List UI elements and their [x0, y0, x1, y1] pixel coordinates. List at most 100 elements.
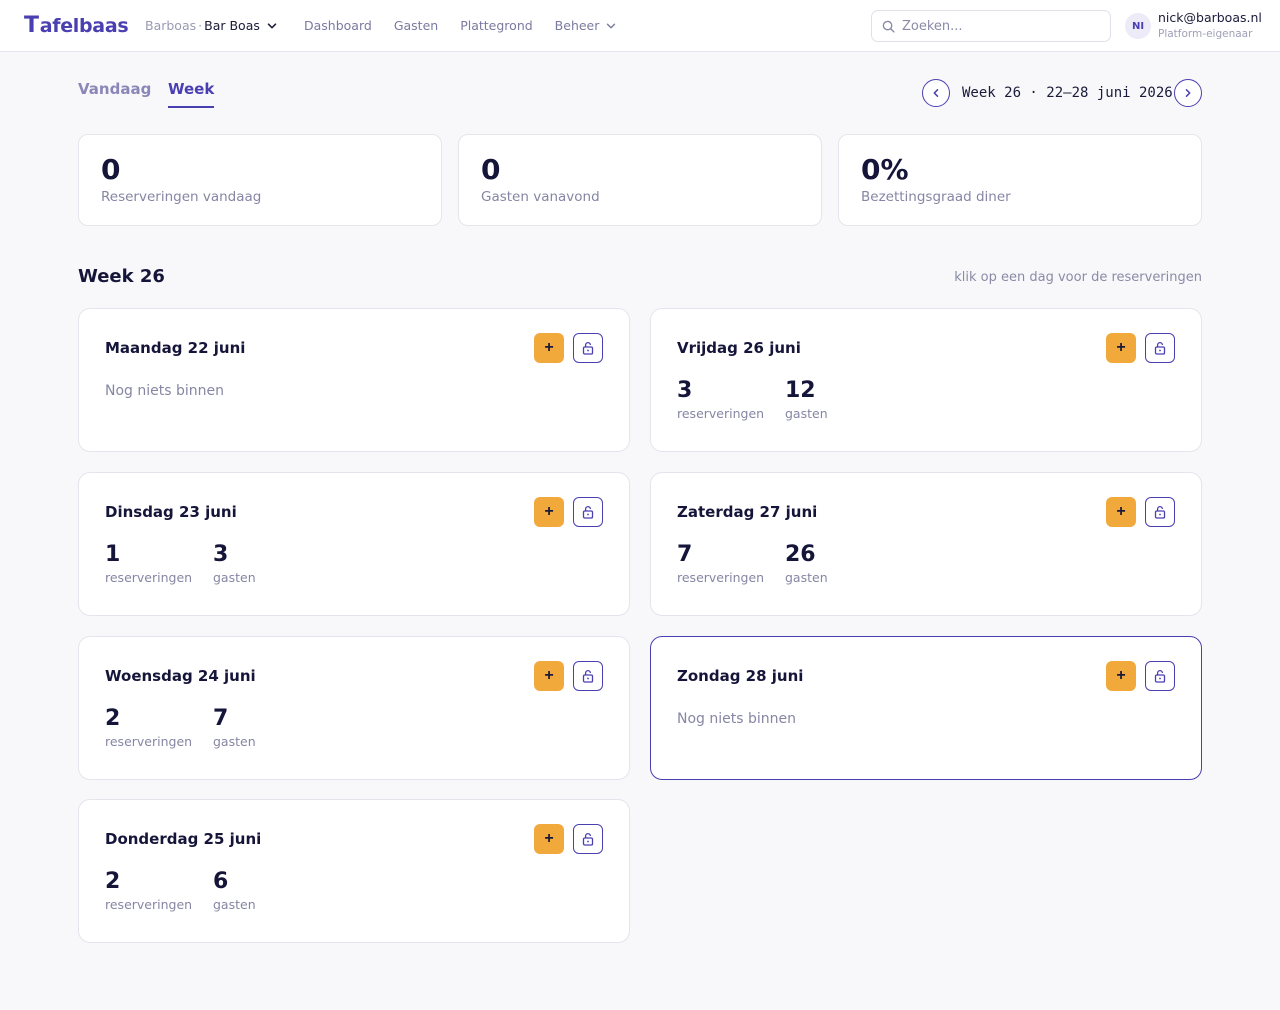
day-title: Vrijdag 26 juni	[677, 339, 801, 357]
reservations-metric: 7 reserveringen	[677, 541, 764, 585]
user-email[interactable]: nick@barboas.nl	[1158, 10, 1262, 25]
empty-state: Nog niets binnen	[105, 383, 224, 399]
plus-icon: +	[544, 830, 554, 847]
org-switcher[interactable]: Barboas · Bar Boas	[145, 18, 277, 33]
nav-gasten[interactable]: Gasten	[394, 18, 438, 33]
reservations-label: reserveringen	[677, 406, 765, 421]
guests-count: 3	[213, 542, 229, 567]
guests-label: gasten	[785, 406, 828, 421]
search-icon	[882, 20, 895, 33]
reservations-metric: 1 reserveringen	[105, 541, 192, 585]
reservations-count: 1	[105, 542, 121, 567]
lock-day-button[interactable]	[573, 497, 603, 527]
top-bar: Tafelbaas Barboas · Bar Boas Dashboard G…	[0, 0, 1280, 52]
reservations-count: 3	[677, 378, 693, 403]
guests-count: 6	[213, 869, 229, 894]
guests-metric: 6 gasten	[213, 868, 256, 912]
org-name: Bar Boas	[204, 18, 260, 33]
day-title: Donderdag 25 juni	[105, 830, 262, 848]
nav-beheer[interactable]: Beheer	[555, 18, 617, 33]
day-title: Maandag 22 juni	[105, 339, 246, 357]
search-box[interactable]	[871, 10, 1111, 42]
day-card-dinsdag[interactable]: Dinsdag 23 juni + 1 reserveringen 3 gast…	[78, 472, 630, 616]
nav-plattegrond[interactable]: Plattegrond	[460, 18, 532, 33]
lock-day-button[interactable]	[1145, 333, 1175, 363]
org-parent: Barboas	[145, 18, 197, 33]
reservations-count: 2	[105, 869, 121, 894]
stat-card-guests-tonight: 0 Gasten vanavond	[458, 134, 822, 226]
day-card-maandag[interactable]: Maandag 22 juni + Nog niets binnen	[78, 308, 630, 452]
plus-icon: +	[1116, 667, 1126, 684]
reservations-metric: 2 reserveringen	[105, 868, 192, 912]
stat-value: 0%	[861, 153, 909, 186]
search-input[interactable]	[902, 18, 1092, 34]
lock-day-button[interactable]	[573, 333, 603, 363]
logo[interactable]: Tafelbaas	[24, 13, 129, 38]
day-title: Zaterdag 27 juni	[677, 503, 818, 521]
unlock-icon	[582, 832, 594, 846]
plus-icon: +	[544, 667, 554, 684]
add-reservation-button[interactable]: +	[534, 661, 564, 691]
add-reservation-button[interactable]: +	[1106, 497, 1136, 527]
guests-count: 12	[785, 378, 816, 403]
nav-dashboard[interactable]: Dashboard	[304, 18, 372, 33]
reservations-label: reserveringen	[677, 570, 765, 585]
unlock-icon	[582, 341, 594, 355]
tab-vandaag[interactable]: Vandaag	[78, 80, 151, 106]
unlock-icon	[582, 505, 594, 519]
guests-count: 26	[785, 542, 816, 567]
stat-card-reservations-today: 0 Reserveringen vandaag	[78, 134, 442, 226]
add-reservation-button[interactable]: +	[1106, 333, 1136, 363]
add-reservation-button[interactable]: +	[534, 824, 564, 854]
lock-day-button[interactable]	[1145, 661, 1175, 691]
add-reservation-button[interactable]: +	[534, 497, 564, 527]
plus-icon: +	[1116, 339, 1126, 356]
empty-state: Nog niets binnen	[677, 711, 796, 727]
chevron-down-icon	[267, 22, 277, 28]
day-card-zondag[interactable]: Zondag 28 juni + Nog niets binnen	[650, 636, 1202, 780]
day-card-vrijdag[interactable]: Vrijdag 26 juni + 3 reserveringen 12 gas…	[650, 308, 1202, 452]
section-title: Week 26	[78, 266, 165, 287]
unlock-icon	[1154, 669, 1166, 683]
reservations-label: reserveringen	[105, 570, 193, 585]
next-week-button[interactable]	[1174, 79, 1202, 107]
unlock-icon	[1154, 505, 1166, 519]
add-reservation-button[interactable]: +	[1106, 661, 1136, 691]
previous-week-button[interactable]	[922, 79, 950, 107]
logo-mark: T	[24, 13, 39, 38]
day-card-donderdag[interactable]: Donderdag 25 juni + 2 reserveringen 6 ga…	[78, 799, 630, 943]
guests-label: gasten	[785, 570, 828, 585]
org-separator: ·	[198, 18, 203, 33]
plus-icon: +	[544, 339, 554, 356]
lock-day-button[interactable]	[573, 661, 603, 691]
day-title: Dinsdag 23 juni	[105, 503, 237, 521]
reservations-label: reserveringen	[105, 734, 193, 749]
avatar[interactable]: NI	[1125, 13, 1151, 39]
guests-metric: 26 gasten	[785, 541, 828, 585]
day-card-zaterdag[interactable]: Zaterdag 27 juni + 7 reserveringen 26 ga…	[650, 472, 1202, 616]
reservations-label: reserveringen	[105, 897, 193, 912]
reservations-count: 7	[677, 542, 693, 567]
lock-day-button[interactable]	[1145, 497, 1175, 527]
main-nav: Dashboard Gasten Plattegrond Beheer	[304, 18, 638, 33]
tab-week[interactable]: Week	[168, 80, 215, 108]
chevron-right-icon	[1185, 89, 1191, 97]
guests-label: gasten	[213, 897, 256, 912]
week-range-label: Week 26 · 22–28 juni 2026	[962, 85, 1173, 101]
logo-text: afelbaas	[39, 14, 129, 37]
plus-icon: +	[1116, 503, 1126, 520]
guests-count: 7	[213, 706, 229, 731]
guests-label: gasten	[213, 570, 256, 585]
chevron-down-icon	[607, 23, 616, 28]
guests-metric: 3 gasten	[213, 541, 256, 585]
guests-metric: 7 gasten	[213, 705, 256, 749]
add-reservation-button[interactable]: +	[534, 333, 564, 363]
stat-card-occupancy: 0% Bezettingsgraad diner	[838, 134, 1202, 226]
reservations-metric: 2 reserveringen	[105, 705, 192, 749]
section-hint: klik op een dag voor de reserveringen	[954, 270, 1202, 285]
plus-icon: +	[544, 503, 554, 520]
chevron-left-icon	[933, 89, 939, 97]
day-card-woensdag[interactable]: Woensdag 24 juni + 2 reserveringen 7 gas…	[78, 636, 630, 780]
stat-label: Gasten vanavond	[481, 189, 600, 205]
lock-day-button[interactable]	[573, 824, 603, 854]
